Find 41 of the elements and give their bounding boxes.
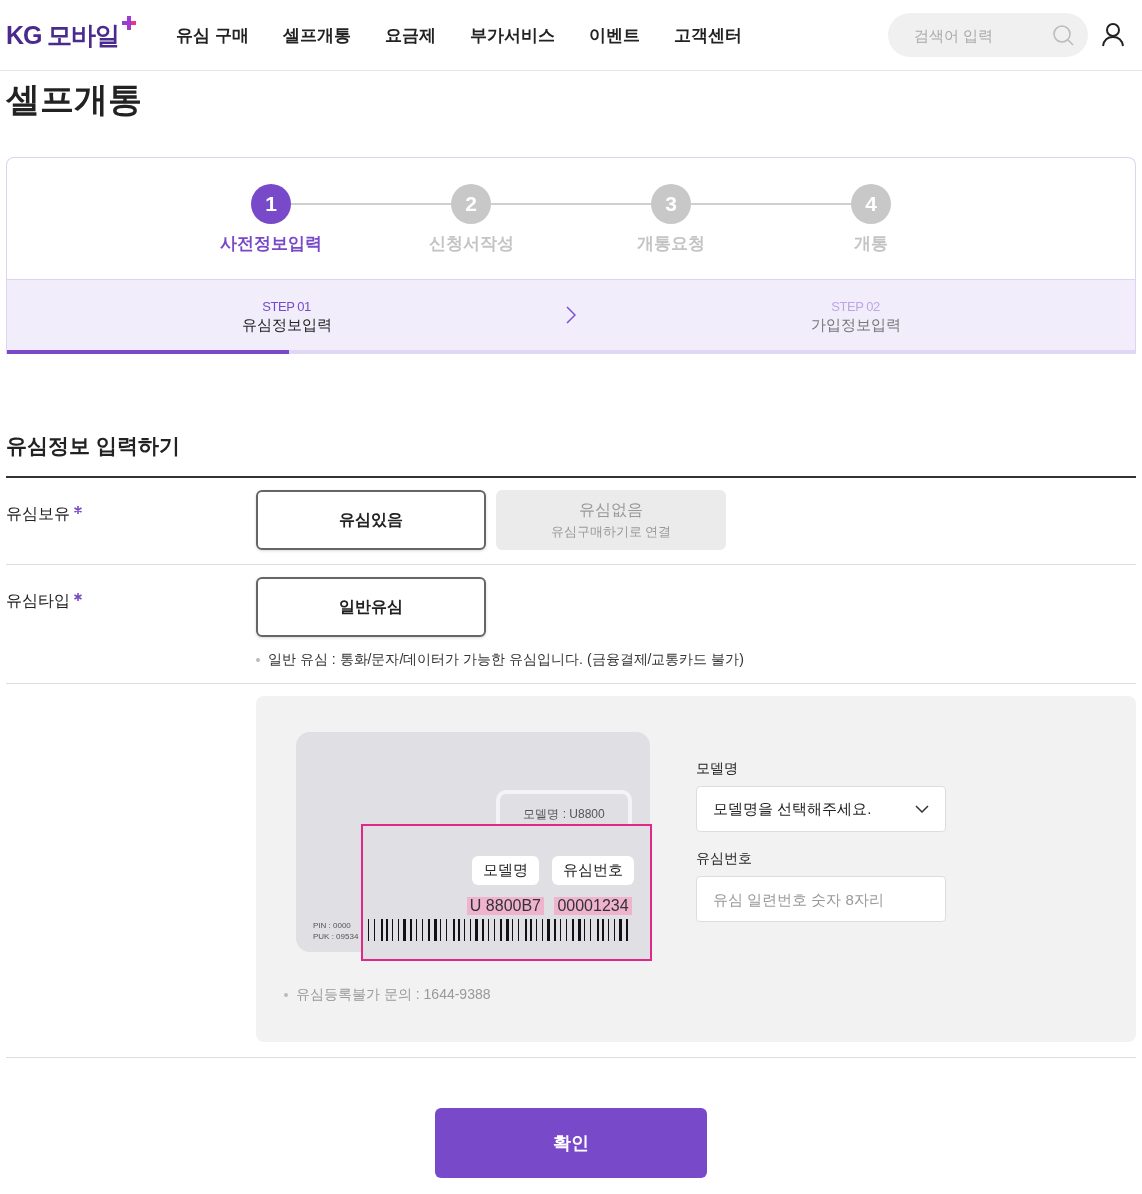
callout-bubble: 모델명 [471,856,539,885]
step-label: 사전정보입력 [220,233,322,255]
confirm-button[interactable]: 확인 [435,1108,707,1178]
step-label: 개통 [854,233,888,255]
callout-bubble: 유심번호 [552,856,634,885]
step-label: 신청서작성 [428,233,514,255]
field-label: 유심타입 [6,591,70,611]
option-button[interactable]: 유심있음 [256,490,486,550]
field-label: 모델명 [696,760,739,778]
search-input[interactable]: 검색어 입력 [912,25,1052,45]
nav-link[interactable]: 유심 구매 [176,23,249,47]
substep-tab[interactable]: STEP 01 유심정보입력 [7,295,566,335]
puk-text: PUK : 09534 [313,931,359,942]
page-title: 셀프개통 [6,79,143,120]
chevron-right-icon [566,306,576,324]
substep-tab[interactable]: STEP 02 가입정보입력 [576,295,1135,335]
section-title: 유심정보 입력하기 [6,433,181,459]
callout-value: 00001234 [554,897,632,915]
logo[interactable]: KG 모바일 [6,18,176,52]
search-field[interactable]: 검색어 입력 [888,13,1088,57]
nav-link[interactable]: 이벤트 [588,23,640,47]
sim-number-field[interactable]: 유심 일련번호 숫자 8자리 [696,876,946,922]
step-number: 1 [251,184,291,224]
bullet-icon [284,993,288,997]
note-text: 유심등록불가 문의 : 1644-9388 [296,986,491,1004]
user-icon[interactable] [1102,23,1124,47]
nav-link[interactable]: 요금제 [384,23,436,47]
nav-link[interactable]: 고객센터 [673,23,742,47]
step-label: 개통요청 [637,233,705,255]
chevron-down-icon [915,805,929,813]
bullet-icon [256,658,260,662]
callout-value: U 8800B7 [466,897,544,915]
chip-label: 모델명 : U8800 [523,807,605,821]
nav-link[interactable]: 부가서비스 [469,23,555,47]
option-button[interactable]: 일반유심 [256,577,486,637]
model-select[interactable]: 모델명을 선택해주세요. [696,786,946,832]
field-label: 유심보유 [6,504,70,524]
pin-text: PIN : 0000 [313,920,352,931]
note-text: 일반 유심 : 통화/문자/데이터가 가능한 유심입니다. (금융결제/교통카드 불가) [268,651,744,669]
field-label: 유심번호 [696,850,753,868]
nav-link[interactable]: 셀프개통 [282,23,351,47]
